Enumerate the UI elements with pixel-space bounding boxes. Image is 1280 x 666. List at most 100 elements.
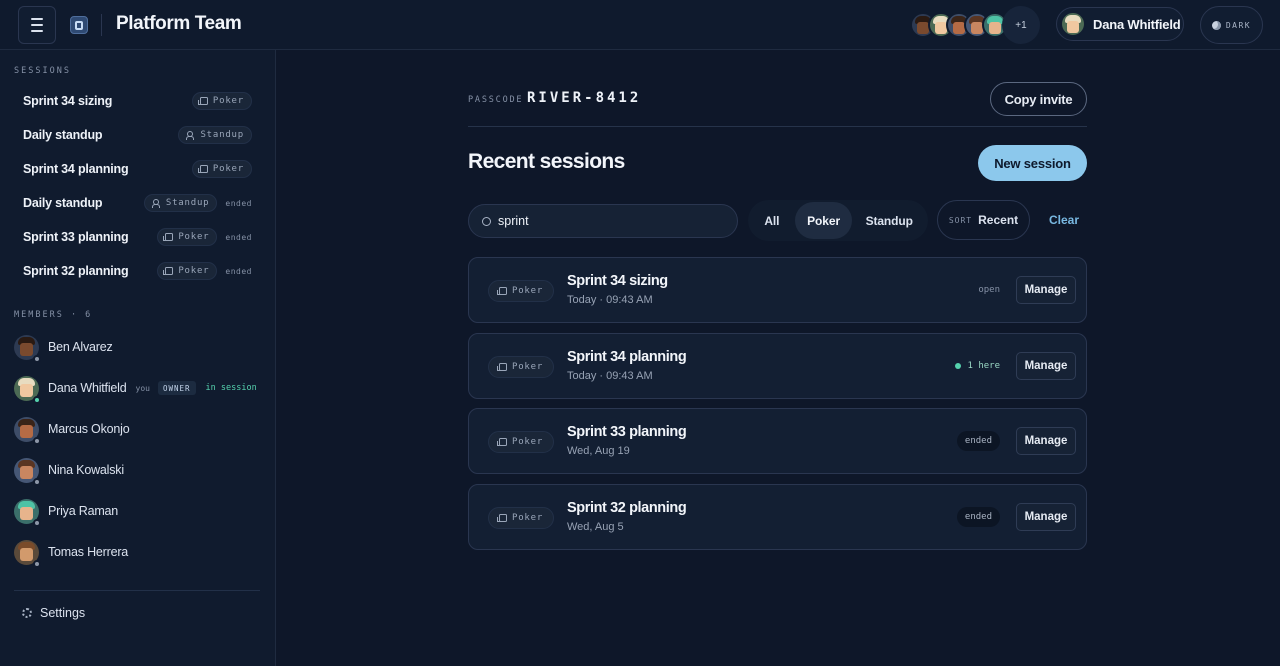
divider: [14, 590, 260, 591]
manage-button[interactable]: Manage: [1016, 276, 1076, 304]
member-name: Nina Kowalski: [48, 463, 124, 477]
session-name: Sprint 34 planning: [23, 162, 129, 176]
sidebar-session-item[interactable]: Sprint 34 planning Poker: [14, 154, 260, 184]
clear-filters-link[interactable]: Clear: [1049, 213, 1079, 227]
sidebar: SESSIONS Sprint 34 sizing Poker Daily stan…: [0, 50, 276, 666]
cards-icon: [163, 267, 174, 275]
cards-icon: [497, 513, 507, 522]
session-date: Today · 09:43 AM: [567, 369, 653, 382]
people-icon: [151, 199, 161, 208]
cards-icon: [497, 438, 507, 446]
passcode-value: RIVER-8412: [527, 90, 642, 106]
session-status: ended: [225, 266, 252, 276]
session-type-label: Poker: [512, 512, 544, 523]
role-badge: OWNER: [157, 381, 196, 395]
session-type-label: Poker: [512, 361, 544, 372]
members-section-label: MEMBERS · 6: [14, 310, 93, 320]
filter-standup[interactable]: Standup: [852, 202, 926, 239]
sort-value: Recent: [978, 213, 1019, 227]
member-name: Tomas Herrera: [48, 545, 129, 559]
session-type-label: Poker: [212, 96, 244, 106]
session-type-label: Poker: [178, 266, 210, 276]
session-date: Today · 09:43 AM: [567, 294, 653, 306]
search-input[interactable]: [498, 214, 718, 228]
manage-button[interactable]: Manage: [1016, 502, 1076, 531]
session-type-label: Standup: [200, 130, 244, 140]
member-name: Marcus Okonjo: [48, 422, 130, 436]
filter-all[interactable]: All: [750, 202, 794, 239]
settings-link[interactable]: Settings: [22, 606, 85, 620]
search-icon: [482, 216, 491, 226]
online-dot-icon: [955, 362, 962, 369]
presence-label: in session: [205, 383, 257, 393]
sidebar-session-item[interactable]: Sprint 34 sizing Poker: [14, 86, 260, 116]
sidebar-session-item[interactable]: Daily standup Standup: [14, 120, 260, 150]
status-badge: open: [978, 285, 1000, 295]
sessions-section-label: SESSIONS: [14, 66, 71, 76]
presence-status-dot: [33, 436, 41, 445]
sidebar-session-item[interactable]: Sprint 32 planning Poker ended: [14, 256, 260, 286]
member-row[interactable]: Nina Kowalski: [14, 455, 264, 486]
session-type-tag: Poker: [157, 228, 218, 246]
manage-button[interactable]: Manage: [1016, 351, 1076, 380]
session-type-tag: Poker: [488, 355, 555, 378]
status-text: 1 here: [967, 360, 1000, 371]
member-row[interactable]: Dana Whitfield you OWNER in session: [14, 373, 264, 404]
member-row[interactable]: Marcus Okonjo: [14, 414, 264, 445]
theme-label: DARK: [1225, 20, 1252, 30]
hamburger-menu-button[interactable]: [18, 6, 56, 44]
avatar: [14, 334, 41, 363]
sidebar-session-item[interactable]: Daily standup Standup ended: [14, 188, 260, 218]
member-row[interactable]: Tomas Herrera: [14, 537, 264, 568]
cards-icon: [497, 287, 507, 295]
user-name: Dana Whitfield: [1093, 16, 1181, 32]
filter-poker[interactable]: Poker: [794, 202, 853, 239]
more-members-badge[interactable]: +1: [1002, 6, 1040, 44]
member-row[interactable]: Ben Alvarez: [14, 332, 264, 363]
session-name: Sprint 32 planning: [23, 264, 129, 278]
session-date: Wed, Aug 19: [567, 445, 630, 457]
session-card[interactable]: Poker Sprint 34 sizing Today · 09:43 AM ope…: [468, 257, 1087, 323]
session-type-label: Poker: [212, 164, 244, 174]
member-name: Ben Alvarez: [48, 340, 113, 354]
new-session-button[interactable]: New session: [978, 145, 1087, 181]
session-name: Daily standup: [23, 196, 103, 210]
session-card[interactable]: Poker Sprint 33 planning Wed, Aug 19 ended M…: [468, 408, 1087, 474]
session-card[interactable]: Poker Sprint 34 planning Today · 09:43 AM 1…: [468, 332, 1087, 399]
member-row[interactable]: Priya Raman: [14, 496, 264, 527]
manage-button[interactable]: Manage: [1016, 427, 1076, 455]
session-type-label: Standup: [165, 198, 210, 208]
sort-button[interactable]: SORT Recent: [937, 200, 1030, 240]
presence-status-dot: [33, 354, 41, 363]
status-badge: ended: [956, 506, 1000, 527]
session-title: Sprint 32 planning: [567, 499, 687, 516]
session-title: Sprint 34 sizing: [567, 273, 668, 289]
session-type-tag: Poker: [191, 92, 252, 110]
session-type-tag: Poker: [488, 431, 555, 453]
theme-toggle-button[interactable]: DARK: [1200, 6, 1263, 44]
user-menu-button[interactable]: Dana Whitfield: [1056, 7, 1184, 41]
participants-status: 1 here: [955, 361, 1000, 371]
avatar: [14, 375, 41, 404]
avatar: [14, 457, 41, 486]
team-title: Platform Team: [116, 13, 242, 34]
copy-invite-button[interactable]: Copy invite: [990, 82, 1087, 116]
presence-avatar-stack[interactable]: [910, 8, 1008, 42]
search-box[interactable]: [468, 204, 738, 238]
moon-icon: [1211, 20, 1221, 30]
avatar: [14, 498, 41, 527]
sort-key-label: SORT: [948, 215, 973, 225]
presence-status-dot: [33, 477, 41, 486]
sidebar-session-item[interactable]: Sprint 33 planning Poker ended: [14, 222, 260, 252]
presence-status-dot: [33, 395, 41, 404]
session-type-label: Poker: [178, 232, 210, 242]
cards-icon: [497, 362, 507, 371]
cards-icon: [197, 97, 208, 105]
session-card[interactable]: Poker Sprint 32 planning Wed, Aug 5 ended Ma…: [468, 483, 1087, 550]
menu-icon: [31, 18, 43, 20]
session-type-tag: Poker: [191, 160, 252, 178]
avatar: [1060, 11, 1086, 37]
session-type-tag: Poker: [157, 262, 218, 280]
cards-icon: [197, 165, 208, 173]
people-icon: [186, 131, 195, 140]
